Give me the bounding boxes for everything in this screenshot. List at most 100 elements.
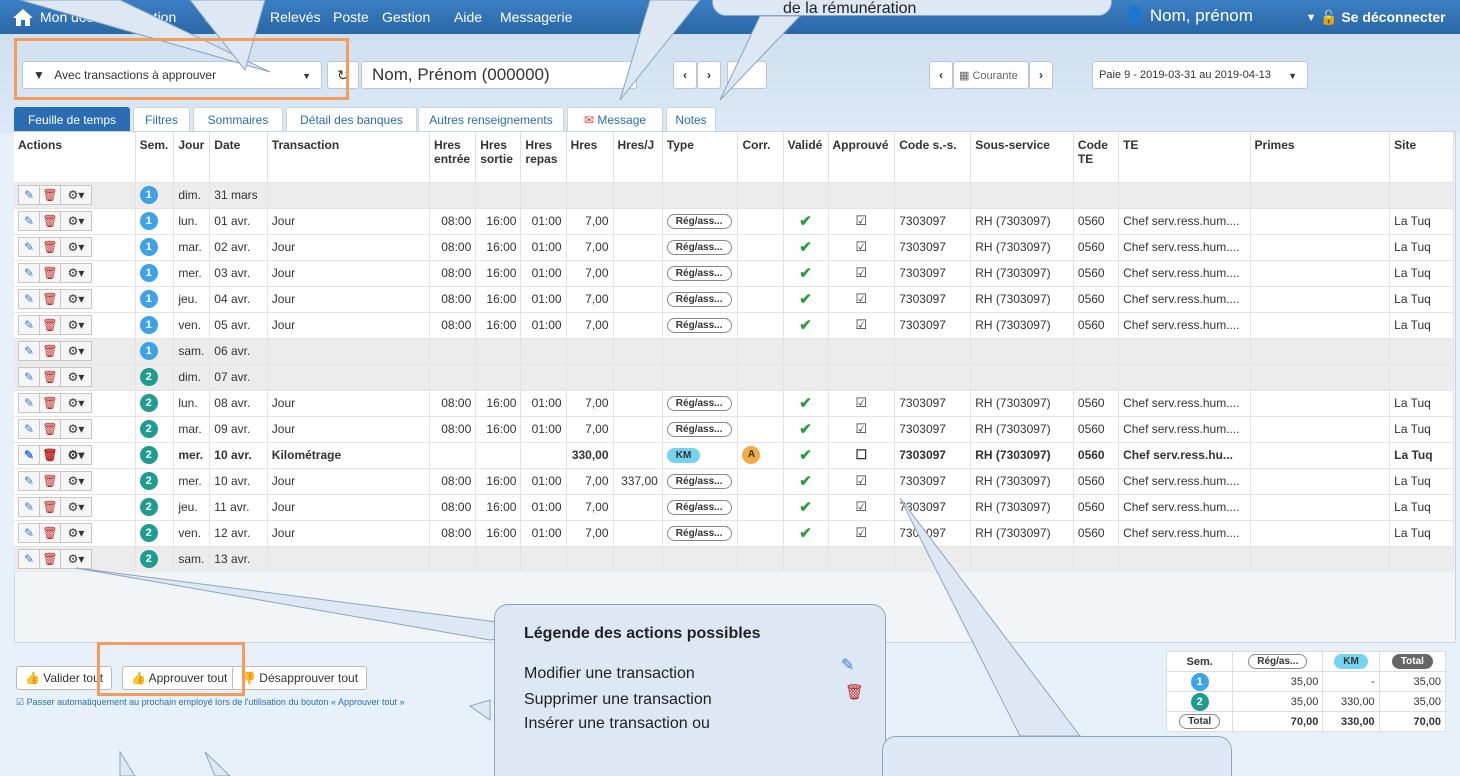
approved-cell[interactable] (828, 181, 896, 208)
edit-icon[interactable]: ✎ (18, 237, 40, 257)
edit-icon[interactable]: ✎ (18, 263, 40, 283)
approved-cell[interactable]: ☑ (828, 519, 896, 546)
extra-button[interactable] (727, 61, 767, 89)
table-row[interactable]: ✎ 🗑 ⚙▾ 2 mer. 10 avr. Jour 08:00 16:00 01:00 7,00 3… (14, 467, 1454, 494)
edit-icon[interactable]: ✎ (18, 445, 40, 465)
gear-icon[interactable]: ⚙▾ (60, 341, 92, 361)
nav-releves[interactable]: Relevés (270, 9, 321, 25)
approve-checkbox[interactable]: ☑ (856, 213, 868, 228)
trash-icon[interactable]: 🗑 (39, 523, 61, 543)
table-row[interactable]: ✎ 🗑 ⚙▾ 1 sam. 06 avr. (14, 337, 1454, 364)
gear-icon[interactable]: ⚙▾ (60, 471, 92, 491)
col-hres[interactable]: Hres (566, 132, 614, 182)
edit-icon[interactable]: ✎ (18, 185, 40, 205)
trash-icon[interactable]: 🗑 (39, 549, 61, 570)
col-sem[interactable]: Sem. (135, 132, 175, 182)
trash-icon[interactable]: 🗑 (39, 497, 61, 517)
approve-checkbox[interactable]: ☑ (856, 265, 868, 280)
table-row[interactable]: ✎ 🗑 ⚙▾ 1 mar. 02 avr. Jour 08:00 16:00 01:00 7,00 R… (14, 233, 1454, 260)
edit-icon[interactable]: ✎ (18, 549, 40, 570)
current-period-button[interactable]: ▦ Courante (953, 61, 1029, 89)
col-code-te[interactable]: Code TE (1073, 132, 1120, 182)
approve-checkbox[interactable]: ☑ (856, 525, 868, 540)
trash-icon[interactable]: 🗑 (39, 315, 61, 335)
table-row[interactable]: ✎ 🗑 ⚙▾ 2 lun. 08 avr. Jour 08:00 16:00 01:00 7,00 R… (14, 389, 1454, 416)
approved-cell[interactable]: ☑ (828, 233, 896, 260)
gear-icon[interactable]: ⚙▾ (60, 237, 92, 257)
col-hres-entree[interactable]: Hres entrée (429, 132, 477, 182)
user-menu[interactable]: 👤 Nom, prénom ▼ (1124, 6, 1317, 26)
col-actions[interactable]: Actions (14, 132, 136, 182)
col-hres-sortie[interactable]: Hres sortie (475, 132, 522, 182)
nav-mon-dossier[interactable]: Mon dossier (40, 9, 116, 25)
approve-checkbox[interactable]: ☑ (856, 239, 868, 254)
gear-icon[interactable]: ⚙▾ (60, 289, 92, 309)
edit-icon[interactable]: ✎ (18, 419, 40, 439)
approve-checkbox[interactable]: ☑ (856, 473, 868, 488)
gear-icon[interactable]: ⚙▾ (60, 549, 92, 570)
col-type[interactable]: Type (662, 132, 739, 182)
table-row[interactable]: ✎ 🗑 ⚙▾ 1 dim. 31 mars (14, 181, 1454, 208)
col-sous-service[interactable]: Sous-service (970, 132, 1074, 182)
gear-icon[interactable]: ⚙▾ (60, 445, 92, 465)
gear-icon[interactable]: ⚙▾ (60, 315, 92, 335)
previous-employee-button[interactable]: ‹ (673, 61, 697, 89)
tab-feuille-de-temps[interactable]: Feuille de temps (14, 107, 130, 132)
employee-field[interactable]: Nom, Prénom (000000) (361, 61, 637, 89)
trash-icon[interactable]: 🗑 (39, 471, 61, 491)
home-icon[interactable] (12, 7, 34, 27)
auto-next-checkbox[interactable]: ☑ Passer automatiquement au prochain emp… (16, 697, 405, 708)
approve-checkbox[interactable]: ☑ (856, 291, 868, 306)
previous-period-button[interactable]: ‹ (929, 61, 953, 89)
edit-icon[interactable]: ✎ (18, 497, 40, 517)
approved-cell[interactable]: ☑ (828, 467, 896, 494)
col-te[interactable]: TE (1118, 132, 1251, 182)
approved-cell[interactable] (828, 363, 896, 390)
col-code-ss[interactable]: Code s.-s. (894, 132, 972, 182)
approved-cell[interactable]: ☑ (828, 415, 896, 442)
gear-icon[interactable]: ⚙▾ (60, 263, 92, 283)
approve-checkbox[interactable]: ☑ (856, 317, 868, 332)
nav-gestion-2[interactable]: Gestion (382, 9, 430, 25)
gear-icon[interactable]: ⚙▾ (60, 497, 92, 517)
approve-checkbox[interactable]: ☑ (856, 499, 868, 514)
approved-cell[interactable]: ☑ (828, 389, 896, 416)
col-jour[interactable]: Jour (173, 132, 211, 182)
col-approuve[interactable]: Approuvé (828, 132, 896, 182)
trash-icon[interactable]: 🗑 (39, 185, 61, 205)
col-date[interactable]: Date (209, 132, 268, 182)
disapprove-all-button[interactable]: 👎 Désapprouver tout (232, 666, 368, 690)
next-employee-button[interactable]: › (697, 61, 721, 89)
nav-messagerie[interactable]: Messagerie (500, 9, 572, 25)
table-row[interactable]: ✎ 🗑 ⚙▾ 2 mar. 09 avr. Jour 08:00 16:00 01:00 7,00 R… (14, 415, 1454, 442)
approved-cell[interactable]: ☑ (828, 285, 896, 312)
trash-icon[interactable]: 🗑 (39, 341, 61, 361)
approved-cell[interactable]: ☑ (828, 207, 896, 234)
edit-icon[interactable]: ✎ (18, 393, 40, 413)
trash-icon[interactable]: 🗑 (39, 263, 61, 283)
col-primes[interactable]: Primes (1250, 132, 1391, 182)
edit-icon[interactable]: ✎ (18, 523, 40, 543)
pay-period-select[interactable]: Paie 9 - 2019-03-31 au 2019-04-13 ▼ (1092, 61, 1308, 89)
table-row[interactable]: ✎ 🗑 ⚙▾ 1 jeu. 04 avr. Jour 08:00 16:00 01:00 7,00 R… (14, 285, 1454, 312)
edit-icon[interactable]: ✎ (18, 471, 40, 491)
edit-icon[interactable]: ✎ (18, 211, 40, 231)
nav-aide[interactable]: Aide (454, 9, 482, 25)
approved-cell[interactable] (828, 337, 896, 364)
approve-checkbox[interactable]: ☐ (856, 447, 868, 462)
approved-cell[interactable] (828, 545, 896, 572)
edit-icon[interactable]: ✎ (18, 367, 40, 387)
gear-icon[interactable]: ⚙▾ (60, 419, 92, 439)
table-row[interactable]: ✎ 🗑 ⚙▾ 1 lun. 01 avr. Jour 08:00 16:00 01:00 7,00 R… (14, 207, 1454, 234)
table-row[interactable]: ✎ 🗑 ⚙▾ 2 jeu. 11 avr. Jour 08:00 16:00 01:00 7,00 R… (14, 493, 1454, 520)
table-row[interactable]: ✎ 🗑 ⚙▾ 1 mer. 03 avr. Jour 08:00 16:00 01:00 7,00 R… (14, 259, 1454, 286)
edit-icon[interactable]: ✎ (18, 315, 40, 335)
gear-icon[interactable]: ⚙▾ (60, 185, 92, 205)
gear-icon[interactable]: ⚙▾ (60, 393, 92, 413)
table-row[interactable]: ✎ 🗑 ⚙▾ 2 sam. 13 avr. (14, 545, 1454, 572)
gear-icon[interactable]: ⚙▾ (60, 367, 92, 387)
approve-checkbox[interactable]: ☑ (856, 421, 868, 436)
gear-icon[interactable]: ⚙▾ (60, 523, 92, 543)
table-row[interactable]: ✎ 🗑 ⚙▾ 1 ven. 05 avr. Jour 08:00 16:00 01:00 7,00 R… (14, 311, 1454, 338)
col-valide[interactable]: Validé (783, 132, 829, 182)
